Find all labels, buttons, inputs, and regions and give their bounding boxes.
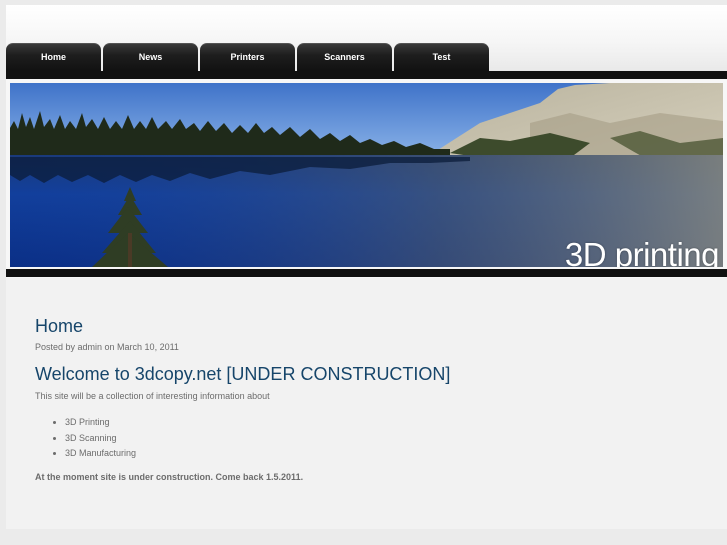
post-heading[interactable]: Welcome to 3dcopy.net [UNDER CONSTRUCTIO…: [35, 363, 695, 385]
topic-list: 3D Printing 3D Scanning 3D Manufacturing: [35, 415, 695, 462]
nav-tab-home[interactable]: Home: [6, 43, 101, 71]
banner-title: 3D printing: [564, 236, 720, 267]
list-item: 3D Printing: [65, 415, 695, 431]
main-nav: Home News Printers Scanners Test: [6, 43, 491, 71]
banner-bottom-bar: [6, 269, 727, 277]
construction-notice: At the moment site is under construction…: [35, 471, 304, 482]
header-banner-image: 3D printing: [10, 83, 723, 267]
nav-tab-printers[interactable]: Printers: [200, 43, 295, 71]
intro-text: This site will be a collection of intere…: [35, 391, 270, 401]
main-content: Home Posted by admin on March 10, 2011 W…: [35, 316, 695, 483]
nav-tab-test[interactable]: Test: [394, 43, 489, 71]
banner-frame: 3D printing: [6, 79, 727, 278]
page: Home News Printers Scanners Test 3D prin…: [6, 5, 727, 529]
post-meta: Posted by admin on March 10, 2011: [35, 342, 179, 352]
nav-underline-bar: [6, 71, 727, 79]
page-title: Home: [35, 316, 84, 336]
nav-tab-news[interactable]: News: [103, 43, 198, 71]
nav-tab-scanners[interactable]: Scanners: [297, 43, 392, 71]
list-item: 3D Scanning: [65, 431, 695, 447]
list-item: 3D Manufacturing: [65, 446, 695, 462]
